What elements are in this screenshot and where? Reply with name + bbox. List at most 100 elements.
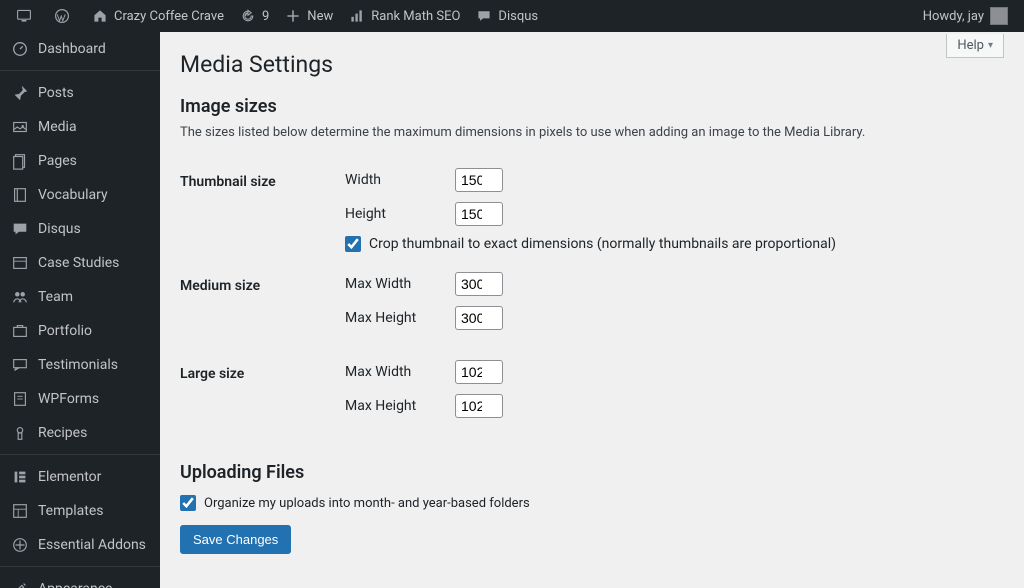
sidebar-item-label: Disqus: [38, 220, 81, 238]
sidebar-item-label: Essential Addons: [38, 536, 146, 554]
media-icon: [10, 117, 30, 137]
medium-maxh-input[interactable]: [455, 306, 503, 330]
cases-icon: [10, 253, 30, 273]
templates-icon: [10, 501, 30, 521]
section-uploading: Uploading Files: [180, 462, 1004, 483]
sidebar-item-testimonials[interactable]: Testimonials: [0, 348, 160, 382]
sidebar-item-label: Posts: [38, 84, 74, 102]
adminbar-disqus[interactable]: Disqus: [468, 0, 546, 32]
sidebar-item-disqus[interactable]: Disqus: [0, 212, 160, 246]
sidebar-item-appearance[interactable]: Appearance: [0, 572, 160, 588]
people-icon: [10, 287, 30, 307]
thumbnail-crop-label: Crop thumbnail to exact dimensions (norm…: [369, 236, 836, 252]
image-sizes-desc: The sizes listed below determine the max…: [180, 125, 1004, 140]
screen-icon: [16, 8, 32, 24]
howdy-label: Howdy, jay: [923, 9, 984, 24]
addons-icon: [10, 535, 30, 555]
appearance-icon: [10, 579, 30, 588]
thumbnail-height-input[interactable]: [455, 202, 503, 226]
adminbar-wp-logo[interactable]: [46, 0, 84, 32]
sidebar-item-label: Templates: [38, 502, 104, 520]
sidebar-item-label: Team: [38, 288, 73, 306]
organize-uploads-checkbox[interactable]: [180, 495, 196, 511]
sidebar-item-templates[interactable]: Templates: [0, 494, 160, 528]
sidebar-item-label: Testimonials: [38, 356, 118, 374]
wordpress-icon: [54, 8, 70, 24]
pin-icon: [10, 83, 30, 103]
chevron-down-icon: ▾: [988, 40, 993, 51]
update-icon: [240, 8, 256, 24]
elementor-icon: [10, 467, 30, 487]
medium-maxw-label: Max Width: [345, 276, 455, 292]
adminbar-account[interactable]: Howdy, jay: [915, 0, 1016, 32]
sidebar-item-vocabulary[interactable]: Vocabulary: [0, 178, 160, 212]
sidebar-item-portfolio[interactable]: Portfolio: [0, 314, 160, 348]
page-title: Media Settings: [180, 42, 1004, 82]
adminbar-updates[interactable]: 9: [232, 0, 277, 32]
sidebar-item-label: Appearance: [38, 580, 112, 588]
large-maxh-input[interactable]: [455, 394, 503, 418]
menu-separator: [0, 66, 160, 71]
dashboard-icon: [10, 39, 30, 59]
sidebar-item-wpforms[interactable]: WPForms: [0, 382, 160, 416]
sidebar-item-label: Dashboard: [38, 40, 106, 58]
site-name-label: Crazy Coffee Crave: [114, 9, 224, 24]
sidebar-item-label: Pages: [38, 152, 77, 170]
sidebar-item-essentialaddons[interactable]: Essential Addons: [0, 528, 160, 562]
thumbnail-width-input[interactable]: [455, 168, 503, 192]
adminbar-about[interactable]: [8, 0, 46, 32]
thumbnail-crop-checkbox[interactable]: [345, 236, 361, 252]
menu-separator: [0, 450, 160, 455]
book-icon: [10, 185, 30, 205]
large-row-label: Large size: [180, 350, 345, 438]
adminbar-rankmath[interactable]: Rank Math SEO: [341, 0, 468, 32]
sidebar-item-label: Recipes: [38, 424, 87, 442]
adminbar-site-name[interactable]: Crazy Coffee Crave: [84, 0, 232, 32]
sidebar-item-label: Case Studies: [38, 254, 119, 272]
large-maxw-label: Max Width: [345, 364, 455, 380]
sidebar-item-elementor[interactable]: Elementor: [0, 460, 160, 494]
rankmath-label: Rank Math SEO: [371, 9, 460, 24]
menu-separator: [0, 562, 160, 567]
sidebar-item-label: Portfolio: [38, 322, 92, 340]
sidebar-item-label: WPForms: [38, 390, 99, 408]
admin-bar: Crazy Coffee Crave 9 New Rank Math SEO D…: [0, 0, 1024, 32]
sidebar-item-media[interactable]: Media: [0, 110, 160, 144]
medium-row-label: Medium size: [180, 262, 345, 350]
medium-maxh-label: Max Height: [345, 310, 455, 326]
avatar: [990, 7, 1008, 25]
save-button[interactable]: Save Changes: [180, 525, 291, 554]
large-maxh-label: Max Height: [345, 398, 455, 414]
sidebar-item-posts[interactable]: Posts: [0, 76, 160, 110]
sidebar-item-dashboard[interactable]: Dashboard: [0, 32, 160, 66]
form-table: Thumbnail size Width Height Crop thumbna…: [180, 158, 1004, 438]
testimonial-icon: [10, 355, 30, 375]
sidebar-item-label: Elementor: [38, 468, 101, 486]
help-tab[interactable]: Help ▾: [946, 34, 1004, 58]
page-icon: [10, 151, 30, 171]
chart-icon: [349, 8, 365, 24]
organize-uploads-label: Organize my uploads into month- and year…: [204, 496, 530, 511]
medium-maxw-input[interactable]: [455, 272, 503, 296]
adminbar-new[interactable]: New: [277, 0, 341, 32]
sidebar-item-pages[interactable]: Pages: [0, 144, 160, 178]
sidebar-item-team[interactable]: Team: [0, 280, 160, 314]
portfolio-icon: [10, 321, 30, 341]
recipe-icon: [10, 423, 30, 443]
large-maxw-input[interactable]: [455, 360, 503, 384]
thumbnail-row-label: Thumbnail size: [180, 158, 345, 262]
sidebar-item-label: Vocabulary: [38, 186, 108, 204]
admin-sidebar: Dashboard Posts Media Pages Vocabulary Disqus…: [0, 32, 160, 588]
section-image-sizes: Image sizes: [180, 96, 1004, 117]
help-label: Help: [957, 38, 984, 53]
sidebar-item-casestudies[interactable]: Case Studies: [0, 246, 160, 280]
comment-icon: [476, 8, 492, 24]
new-label: New: [307, 9, 333, 24]
home-icon: [92, 8, 108, 24]
form-icon: [10, 389, 30, 409]
comment-icon: [10, 219, 30, 239]
thumbnail-width-label: Width: [345, 172, 455, 188]
sidebar-item-recipes[interactable]: Recipes: [0, 416, 160, 450]
thumbnail-height-label: Height: [345, 206, 455, 222]
updates-count: 9: [262, 9, 269, 24]
